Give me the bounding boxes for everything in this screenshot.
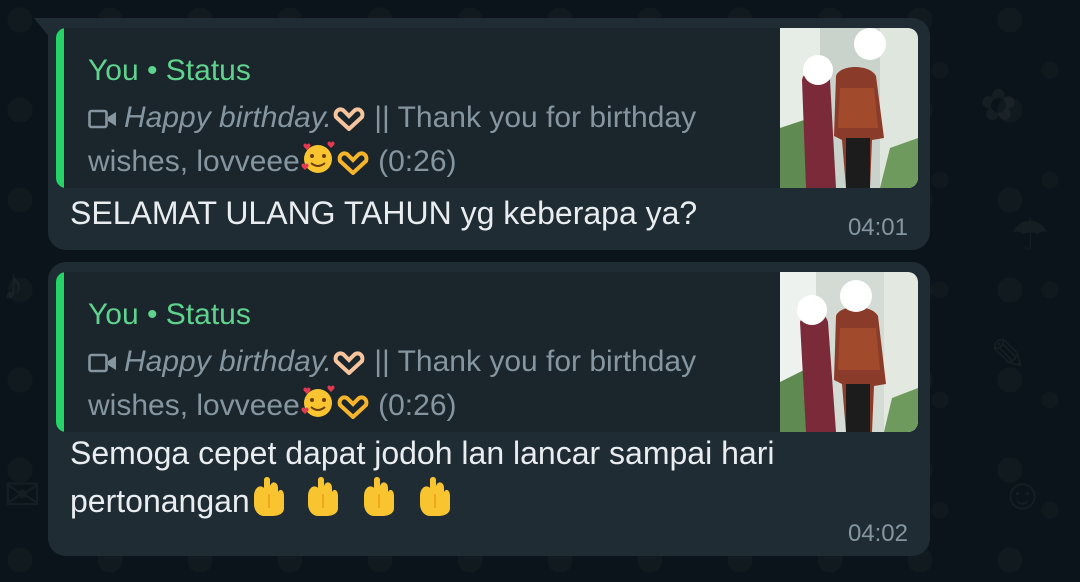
message-timestamp: 04:01 (847, 214, 908, 241)
status-video-thumbnail[interactable] (780, 28, 918, 188)
message-text: Semoga cepet dapat jodoh lan lancar samp… (70, 430, 900, 528)
quoted-caption-italic: Happy birthday. (124, 101, 332, 134)
quoted-caption: Happy birthday. || Thank you for birthda… (88, 342, 778, 429)
quote-accent-bar (56, 28, 64, 188)
heart-hands-emoji-icon (336, 390, 370, 429)
doodle-decoration: ✎ (990, 330, 1027, 381)
status-video-thumbnail[interactable] (780, 272, 918, 432)
quoted-duration: (0:26) (378, 145, 457, 178)
quoted-caption-italic: Happy birthday. (124, 345, 332, 378)
doodle-decoration: ☂ (1010, 210, 1049, 261)
quoted-status-reply[interactable]: You • Status Happy birthday. || Thank yo… (56, 272, 918, 432)
doodle-decoration: ☺ (1000, 470, 1045, 520)
heart-hands-emoji-icon (336, 146, 370, 185)
doodle-decoration: ✿ (980, 80, 1017, 131)
smiling-face-with-hearts-emoji-icon (300, 385, 336, 429)
doodle-decoration: ♪ (2, 260, 24, 310)
quoted-status-reply[interactable]: You • Status Happy birthday. || Thank yo… (56, 28, 918, 188)
message-bubble[interactable]: You • Status Happy birthday. || Thank yo… (34, 18, 930, 250)
doodle-decoration: ✉ (4, 470, 41, 521)
quoted-duration: (0:26) (378, 389, 457, 422)
message-text: SELAMAT ULANG TAHUN yg keberapa ya? (70, 195, 698, 231)
quoted-sender: You • Status (88, 54, 251, 87)
bubble-tail (34, 18, 50, 38)
video-icon (88, 109, 116, 129)
message-bubble[interactable]: You • Status Happy birthday. || Thank yo… (48, 262, 930, 556)
smiling-face-with-hearts-emoji-icon (300, 141, 336, 185)
heart-hands-emoji-icon (332, 346, 366, 385)
heart-hands-emoji-icon (332, 102, 366, 141)
chat-background: ✿ ☂ ✎ ☺ ♪ ✉ You • Status Happy birthday.… (0, 0, 1080, 582)
raising-hands-emoji-icon (250, 476, 464, 528)
quote-accent-bar (56, 272, 64, 432)
quoted-caption: Happy birthday. || Thank you for birthda… (88, 98, 778, 185)
message-timestamp: 04:02 (847, 520, 908, 547)
video-icon (88, 353, 116, 373)
quoted-sender: You • Status (88, 298, 251, 331)
